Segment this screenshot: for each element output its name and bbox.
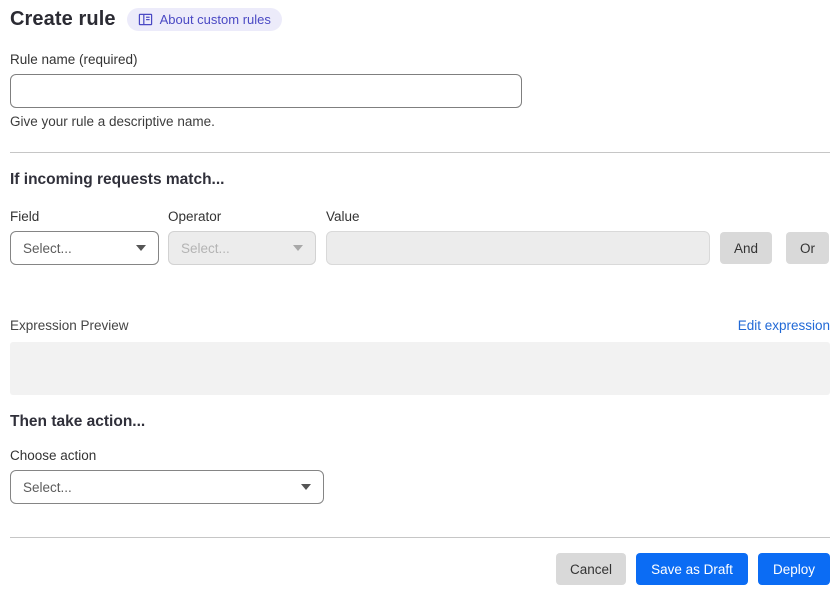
footer-divider [10, 537, 830, 538]
expression-preview-row: Expression Preview Edit expression [10, 318, 830, 333]
page-title: Create rule [10, 8, 116, 30]
section-divider [10, 152, 830, 153]
caret-down-icon [301, 484, 311, 490]
match-section-heading: If incoming requests match... [10, 171, 225, 188]
and-button[interactable]: And [720, 232, 772, 264]
action-select-value: Select... [23, 479, 72, 495]
footer-actions: Cancel Save as Draft Deploy [10, 553, 830, 585]
about-custom-rules-link[interactable]: About custom rules [126, 8, 282, 31]
field-select-value: Select... [23, 240, 72, 256]
match-labels-row: Field Operator Value [10, 209, 830, 224]
caret-down-icon [293, 245, 303, 251]
value-input[interactable] [326, 231, 710, 265]
save-as-draft-button[interactable]: Save as Draft [636, 553, 748, 585]
choose-action-label: Choose action [10, 448, 97, 463]
page-header: Create rule About custom rules [10, 8, 830, 31]
cancel-button[interactable]: Cancel [556, 553, 626, 585]
or-button[interactable]: Or [786, 232, 829, 264]
create-rule-page: Create rule About custom rules Rule name… [0, 0, 839, 585]
operator-select-value: Select... [181, 240, 230, 256]
rule-name-help-text: Give your rule a descriptive name. [10, 114, 215, 129]
book-icon [138, 12, 153, 27]
value-label: Value [326, 209, 360, 224]
expression-preview-label: Expression Preview [10, 318, 129, 333]
about-custom-rules-label: About custom rules [159, 12, 271, 27]
edit-expression-link[interactable]: Edit expression [738, 318, 830, 333]
operator-label: Operator [168, 209, 222, 224]
operator-select[interactable]: Select... [168, 231, 316, 265]
match-controls-row: Select... Select... And Or [10, 231, 830, 265]
rule-name-input[interactable] [10, 74, 522, 108]
action-select[interactable]: Select... [10, 470, 324, 504]
action-section-heading: Then take action... [10, 413, 146, 430]
field-label: Field [10, 209, 40, 224]
caret-down-icon [136, 245, 146, 251]
deploy-button[interactable]: Deploy [758, 553, 830, 585]
rule-name-label: Rule name (required) [10, 52, 138, 67]
field-select[interactable]: Select... [10, 231, 159, 265]
expression-preview-box [10, 342, 830, 395]
